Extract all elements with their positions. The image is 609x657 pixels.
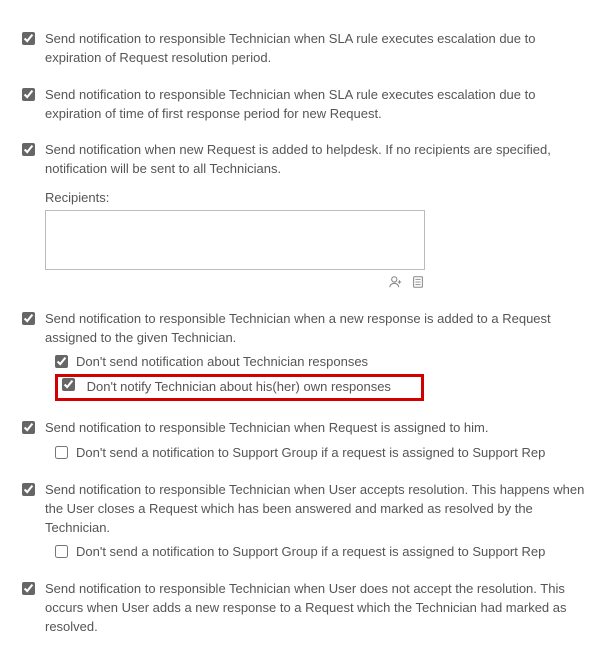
sub-no-group-notify-assigned: Don't send a notification to Support Gro… — [55, 444, 587, 463]
label-user-accepts: Send notification to responsible Technic… — [45, 482, 584, 535]
sub-no-group-notify-accepts: Don't send a notification to Support Gro… — [55, 543, 587, 562]
checkbox-no-group-notify-assigned[interactable] — [55, 446, 68, 459]
checkbox-request-assigned[interactable] — [22, 421, 35, 434]
checkbox-no-group-notify-accepts[interactable] — [55, 545, 68, 558]
option-user-accepts: Send notification to responsible Technic… — [22, 481, 587, 562]
sub-no-own-responses-row: Don't notify Technician about his(her) o… — [51, 374, 587, 401]
label-sla-first-response: Send notification to responsible Technic… — [45, 87, 535, 121]
option-new-response: Send notification to responsible Technic… — [22, 310, 587, 401]
checkbox-new-response[interactable] — [22, 312, 35, 325]
label-no-group-notify-assigned: Don't send a notification to Support Gro… — [76, 444, 545, 463]
label-user-rejects: Send notification to responsible Technic… — [45, 581, 567, 634]
checkbox-sla-first-response[interactable] — [22, 88, 35, 101]
checkbox-user-accepts[interactable] — [22, 483, 35, 496]
checkbox-new-request[interactable] — [22, 143, 35, 156]
checkbox-no-own-responses[interactable] — [62, 378, 75, 391]
label-no-group-notify-accepts: Don't send a notification to Support Gro… — [76, 543, 545, 562]
option-user-rejects: Send notification to responsible Technic… — [22, 580, 587, 637]
option-new-request: Send notification when new Request is ad… — [22, 141, 587, 291]
checkbox-user-rejects[interactable] — [22, 582, 35, 595]
label-no-own-responses: Don't notify Technician about his(her) o… — [87, 379, 391, 394]
recipients-label: Recipients: — [45, 189, 587, 208]
option-sla-first-response: Send notification to responsible Technic… — [22, 86, 587, 124]
address-book-icon[interactable] — [411, 275, 425, 289]
checkbox-no-tech-responses[interactable] — [55, 355, 68, 368]
checkbox-sla-resolution[interactable] — [22, 32, 35, 45]
label-sla-resolution: Send notification to responsible Technic… — [45, 31, 535, 65]
recipients-toolbar — [45, 273, 425, 292]
option-request-assigned: Send notification to responsible Technic… — [22, 419, 587, 463]
recipients-input[interactable] — [45, 210, 425, 270]
label-no-tech-responses: Don't send notification about Technician… — [76, 353, 368, 372]
option-sla-resolution: Send notification to responsible Technic… — [22, 30, 587, 68]
add-user-icon[interactable] — [389, 275, 403, 289]
highlight-box: Don't notify Technician about his(her) o… — [55, 374, 424, 401]
label-new-request: Send notification when new Request is ad… — [45, 142, 551, 176]
label-new-response: Send notification to responsible Technic… — [45, 311, 551, 345]
sub-no-tech-responses: Don't send notification about Technician… — [55, 353, 587, 372]
label-request-assigned: Send notification to responsible Technic… — [45, 420, 488, 435]
